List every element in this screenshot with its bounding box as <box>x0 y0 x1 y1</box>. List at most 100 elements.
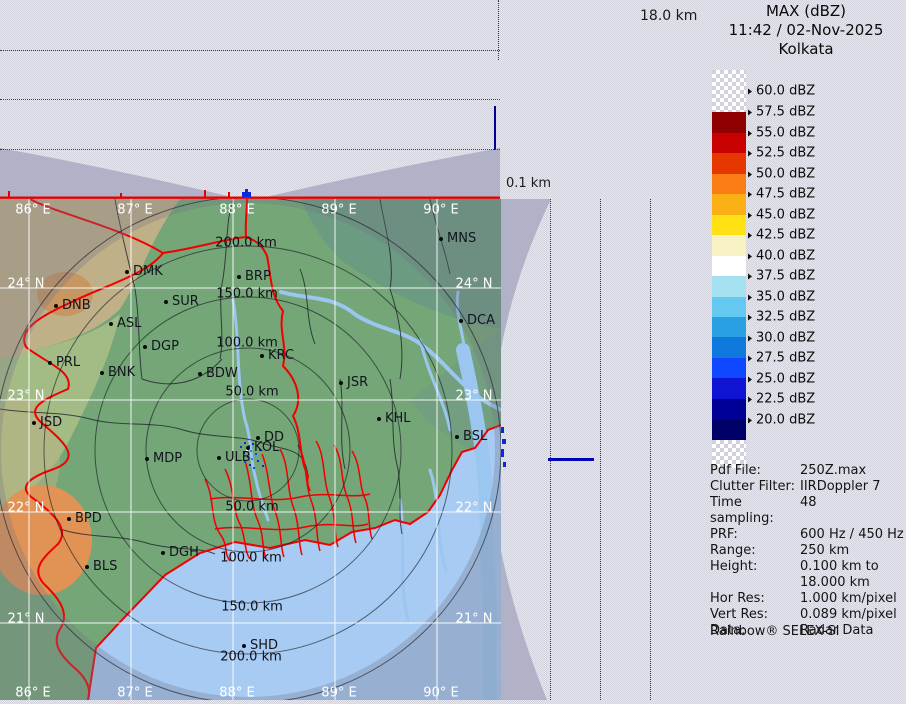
dbz-swatch <box>712 153 746 174</box>
metadata-label <box>710 575 800 591</box>
height-gridline <box>0 50 500 51</box>
radar-map <box>0 199 501 700</box>
metadata-row: Clutter Filter: IIRDoppler 7 <box>710 479 904 495</box>
metadata-value: 250 km <box>800 543 904 559</box>
scale-tick-icon <box>748 171 752 177</box>
dbz-swatch <box>712 112 746 133</box>
dbz-scale-label: 45.0 dBZ <box>748 208 815 223</box>
dbz-swatch <box>712 256 746 276</box>
metadata-row: Vert Res: 0.089 km/pixel <box>710 607 904 623</box>
scale-tick-icon <box>748 314 752 320</box>
station-name: Kolkata <box>706 40 906 59</box>
radar-application-window: { "panels": { "top_height_label": "18.0 … <box>0 0 906 700</box>
metadata-label: Hor Res: <box>710 591 800 607</box>
dbz-scale-label: 42.5 dBZ <box>748 228 815 243</box>
metadata-label: Height: <box>710 559 800 575</box>
dbz-swatch <box>712 174 746 194</box>
scale-tick-icon <box>748 88 752 94</box>
dbz-swatch <box>712 337 746 358</box>
metadata-label: Vert Res: <box>710 607 800 623</box>
metadata-row: Pdf File: 250Z.max <box>710 463 904 479</box>
min-height-label: 0.1 km <box>506 176 551 191</box>
dbz-swatch <box>712 317 746 337</box>
dbz-swatch <box>712 70 746 112</box>
dbz-swatch <box>712 420 746 440</box>
height-gridline <box>600 199 601 700</box>
dbz-swatch <box>712 194 746 215</box>
panel-edge-gridline <box>498 0 499 60</box>
metadata-label: Time sampling: <box>710 495 800 527</box>
height-gridline <box>550 199 551 700</box>
metadata-value: 48 <box>800 495 904 527</box>
max-height-label: 18.0 km <box>640 8 697 24</box>
scale-tick-icon <box>748 376 752 382</box>
metadata-label: Pdf File: <box>710 463 800 479</box>
beam-blind-wedge-top <box>501 199 551 349</box>
dbz-scale-label: 22.5 dBZ <box>748 392 815 407</box>
metadata-row: Hor Res: 1.000 km/pixel <box>710 591 904 607</box>
scale-tick-icon <box>748 212 752 218</box>
beam-blind-wedge-left <box>0 148 232 197</box>
metadata-row: Range: 250 km <box>710 543 904 559</box>
scan-metadata: Pdf File: 250Z.max Clutter Filter: IIRDo… <box>710 463 904 639</box>
metadata-row: Time sampling: 48 <box>710 495 904 527</box>
dbz-scale-label: 27.5 dBZ <box>748 351 815 366</box>
dbz-scale-label: 50.0 dBZ <box>748 167 815 182</box>
scale-tick-icon <box>748 273 752 279</box>
metadata-label: PRF: <box>710 527 800 543</box>
dbz-scale-label: 25.0 dBZ <box>748 372 815 387</box>
legend-header: MAX (dBZ) 11:42 / 02-Nov-2025 Kolkata <box>706 2 906 59</box>
height-gridline <box>0 99 500 100</box>
scale-tick-icon <box>748 335 752 341</box>
dbz-scale-label: 52.5 dBZ <box>748 146 815 161</box>
side-profile-graphics <box>501 199 711 700</box>
metadata-row: Height: 0.100 km to <box>710 559 904 575</box>
metadata-value: 0.089 km/pixel <box>800 607 904 623</box>
dbz-swatch <box>712 215 746 235</box>
metadata-label: Clutter Filter: <box>710 479 800 495</box>
dbz-scale-label: 30.0 dBZ <box>748 331 815 346</box>
dbz-scale-label: 55.0 dBZ <box>748 126 815 141</box>
echo-profile-line <box>548 458 594 461</box>
metadata-row: PRF: 600 Hz / 450 Hz <box>710 527 904 543</box>
dbz-swatch <box>712 399 746 420</box>
product-datetime: 11:42 / 02-Nov-2025 <box>706 21 906 40</box>
dbz-swatch <box>712 378 746 399</box>
dbz-scale-label: 20.0 dBZ <box>748 413 815 428</box>
dbz-swatch <box>712 358 746 378</box>
scale-tick-icon <box>748 191 752 197</box>
side-profile-panel <box>501 199 711 700</box>
dbz-scale-label: 57.5 dBZ <box>748 105 815 120</box>
dbz-scale-label: 35.0 dBZ <box>748 290 815 305</box>
map-graphics <box>0 199 501 700</box>
metadata-value: 0.100 km to <box>800 559 904 575</box>
metadata-label: Range: <box>710 543 800 559</box>
metadata-value: 600 Hz / 450 Hz <box>800 527 904 543</box>
beam-blind-wedge-right <box>266 148 500 197</box>
dbz-scale-label: 47.5 dBZ <box>748 187 815 202</box>
metadata-value: 1.000 km/pixel <box>800 591 904 607</box>
beam-blind-wedge-bottom <box>501 551 547 700</box>
product-title: MAX (dBZ) <box>706 2 906 21</box>
echo-profile-blip <box>242 192 251 197</box>
dbz-swatch <box>712 133 746 153</box>
dbz-scale-label: 60.0 dBZ <box>748 84 815 99</box>
software-credit: Rainbow® SELEX-SI <box>710 624 840 639</box>
dbz-swatch <box>712 297 746 317</box>
scale-tick-icon <box>748 150 752 156</box>
height-gridline <box>650 199 651 700</box>
scale-tick-icon <box>748 294 752 300</box>
scale-tick-icon <box>748 130 752 136</box>
metadata-row: 18.000 km <box>710 575 904 591</box>
height-gridline <box>0 149 500 150</box>
top-profile-panel <box>0 0 500 199</box>
scale-tick-icon <box>748 253 752 259</box>
metadata-value: 18.000 km <box>800 575 904 591</box>
scale-tick-icon <box>748 396 752 402</box>
dbz-scale-label: 40.0 dBZ <box>748 249 815 264</box>
dbz-scale-label: 37.5 dBZ <box>748 269 815 284</box>
dbz-scale-label: 32.5 dBZ <box>748 310 815 325</box>
scale-tick-icon <box>748 355 752 361</box>
scale-tick-icon <box>748 109 752 115</box>
metadata-value: 250Z.max <box>800 463 904 479</box>
